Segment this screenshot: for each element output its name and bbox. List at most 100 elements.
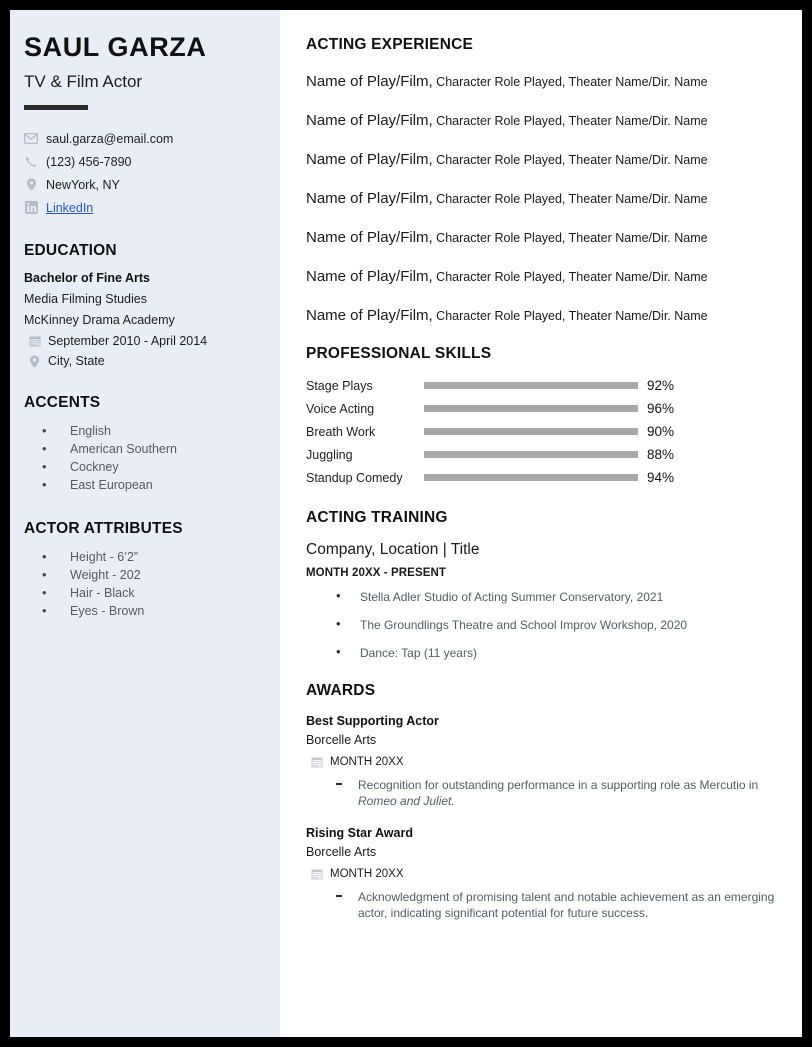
education-field: Media Filming Studies bbox=[24, 292, 147, 307]
accents-list: English American Southern Cockney East E… bbox=[24, 422, 266, 495]
calendar-icon bbox=[310, 868, 323, 880]
list-item: Acknowledgment of promising talent and n… bbox=[334, 889, 776, 922]
acting-training-heading: ACTING TRAINING bbox=[306, 509, 448, 526]
experience-details: Character Role Played, Theater Name/Dir.… bbox=[432, 231, 708, 245]
education-school: McKinney Drama Academy bbox=[24, 313, 175, 328]
skill-row: Standup Comedy 94% bbox=[306, 470, 776, 485]
experience-entry: Name of Play/Film, Character Role Played… bbox=[306, 189, 776, 209]
skill-label: Voice Acting bbox=[306, 401, 375, 416]
phone-icon bbox=[24, 156, 38, 168]
training-date: MONTH 20XX - PRESENT bbox=[306, 567, 447, 579]
contact-list: saul.garza@email.com (123) 456-7890 NewY… bbox=[24, 130, 266, 216]
award-date-text: MONTH 20XX bbox=[330, 867, 404, 880]
accents-heading: ACCENTS bbox=[24, 394, 101, 412]
skill-row: Juggling 88% bbox=[306, 447, 776, 462]
award-desc-italic: Romeo and Juliet. bbox=[358, 794, 455, 809]
skill-label: Stage Plays bbox=[306, 378, 373, 393]
contact-email-text: saul.garza@email.com bbox=[46, 131, 174, 146]
experience-play-name: Name of Play/Film, bbox=[306, 268, 433, 285]
skill-progress-track bbox=[424, 451, 638, 458]
experience-details: Character Role Played, Theater Name/Dir.… bbox=[432, 153, 708, 167]
list-item: Weight - 202 bbox=[42, 566, 266, 585]
award-desc-text: Recognition for outstanding performance … bbox=[358, 777, 759, 792]
skill-label: Standup Comedy bbox=[306, 470, 403, 485]
award-date: MONTH 20XX bbox=[306, 868, 776, 880]
skill-progress-track bbox=[424, 382, 638, 389]
skill-label: Juggling bbox=[306, 447, 353, 462]
professional-skills-heading: PROFESSIONAL SKILLS bbox=[306, 345, 492, 362]
education-degree: Bachelor of Fine Arts bbox=[24, 271, 150, 286]
contact-phone: (123) 456-7890 bbox=[24, 153, 266, 170]
contact-phone-text: (123) 456-7890 bbox=[46, 154, 132, 169]
education-location-text: City, State bbox=[48, 354, 105, 369]
actor-attributes-heading: ACTOR ATTRIBUTES bbox=[24, 520, 183, 538]
award-title: Best Supporting Actor bbox=[306, 713, 439, 728]
experience-entry: Name of Play/Film, Character Role Played… bbox=[306, 72, 776, 92]
experience-details: Character Role Played, Theater Name/Dir.… bbox=[432, 192, 708, 206]
award-description-list: Recognition for outstanding performance … bbox=[306, 777, 776, 810]
award-organization: Borcelle Arts bbox=[306, 732, 377, 747]
list-item: East European bbox=[42, 476, 266, 495]
calendar-icon bbox=[310, 756, 323, 768]
list-item: Cockney bbox=[42, 458, 266, 477]
sidebar: SAUL GARZA TV & Film Actor saul.garza@em… bbox=[10, 10, 280, 1037]
skill-percent: 90% bbox=[647, 424, 675, 439]
skill-progress-track bbox=[424, 405, 638, 412]
experience-play-name: Name of Play/Film, bbox=[306, 229, 433, 246]
actor-attributes-list: Height - 6’2” Weight - 202 Hair - Black … bbox=[24, 548, 266, 621]
skill-label: Breath Work bbox=[306, 424, 376, 439]
skill-percent: 88% bbox=[647, 447, 675, 462]
award-entry: Rising Star Award Borcelle Arts MONTH 20… bbox=[306, 826, 776, 922]
page-title: SAUL GARZA bbox=[24, 32, 207, 62]
contact-linkedin-link[interactable]: LinkedIn bbox=[46, 201, 93, 215]
experience-play-name: Name of Play/Film, bbox=[306, 112, 433, 129]
location-pin-icon bbox=[24, 178, 38, 191]
training-company: Company, Location | Title bbox=[306, 541, 480, 558]
list-item: American Southern bbox=[42, 440, 266, 459]
experience-details: Character Role Played, Theater Name/Dir.… bbox=[432, 75, 708, 89]
location-pin-icon bbox=[28, 355, 41, 368]
award-date-text: MONTH 20XX bbox=[330, 755, 404, 768]
experience-entry: Name of Play/Film, Character Role Played… bbox=[306, 228, 776, 248]
experience-details: Character Role Played, Theater Name/Dir.… bbox=[432, 114, 708, 128]
skill-row: Stage Plays 92% bbox=[306, 378, 776, 393]
skill-progress-track bbox=[424, 428, 638, 435]
award-desc-text: Acknowledgment of promising talent and n… bbox=[358, 889, 775, 921]
award-date: MONTH 20XX bbox=[306, 756, 776, 768]
skill-progress-track bbox=[424, 474, 638, 481]
experience-play-name: Name of Play/Film, bbox=[306, 190, 433, 207]
acting-experience-heading: ACTING EXPERIENCE bbox=[306, 36, 474, 53]
award-entry: Best Supporting Actor Borcelle Arts MONT… bbox=[306, 714, 776, 810]
job-role-subtitle: TV & Film Actor bbox=[24, 72, 143, 92]
calendar-icon bbox=[28, 335, 41, 347]
contact-location: NewYork, NY bbox=[24, 176, 266, 193]
list-item: Stella Adler Studio of Acting Summer Con… bbox=[336, 587, 776, 605]
list-item: English bbox=[42, 422, 266, 441]
main-content: ACTING EXPERIENCE Name of Play/Film, Cha… bbox=[280, 10, 802, 1037]
education-heading: EDUCATION bbox=[24, 242, 117, 260]
award-title: Rising Star Award bbox=[306, 825, 413, 840]
education-dates-text: September 2010 - April 2014 bbox=[48, 334, 208, 349]
contact-linkedin[interactable]: LinkedIn bbox=[24, 199, 266, 216]
training-list: Stella Adler Studio of Acting Summer Con… bbox=[306, 587, 776, 662]
resume-page: SAUL GARZA TV & Film Actor saul.garza@em… bbox=[10, 10, 802, 1037]
skill-percent: 92% bbox=[647, 378, 675, 393]
contact-location-text: NewYork, NY bbox=[46, 177, 120, 192]
education-location: City, State bbox=[24, 354, 266, 368]
education-dates: September 2010 - April 2014 bbox=[24, 334, 266, 348]
list-item: Eyes - Brown bbox=[42, 602, 266, 621]
list-item: The Groundlings Theatre and School Impro… bbox=[336, 615, 776, 633]
experience-details: Character Role Played, Theater Name/Dir.… bbox=[432, 309, 708, 323]
experience-entry: Name of Play/Film, Character Role Played… bbox=[306, 150, 776, 170]
experience-entry: Name of Play/Film, Character Role Played… bbox=[306, 267, 776, 287]
list-item: Hair - Black bbox=[42, 584, 266, 603]
linkedin-icon bbox=[24, 201, 38, 215]
list-item: Recognition for outstanding performance … bbox=[334, 777, 776, 810]
list-item: Height - 6’2” bbox=[42, 548, 266, 567]
award-description-list: Acknowledgment of promising talent and n… bbox=[306, 889, 776, 922]
awards-heading: AWARDS bbox=[306, 681, 376, 699]
award-organization: Borcelle Arts bbox=[306, 844, 377, 859]
skill-percent: 94% bbox=[647, 470, 675, 485]
experience-play-name: Name of Play/Film, bbox=[306, 307, 433, 324]
experience-play-name: Name of Play/Film, bbox=[306, 151, 433, 168]
